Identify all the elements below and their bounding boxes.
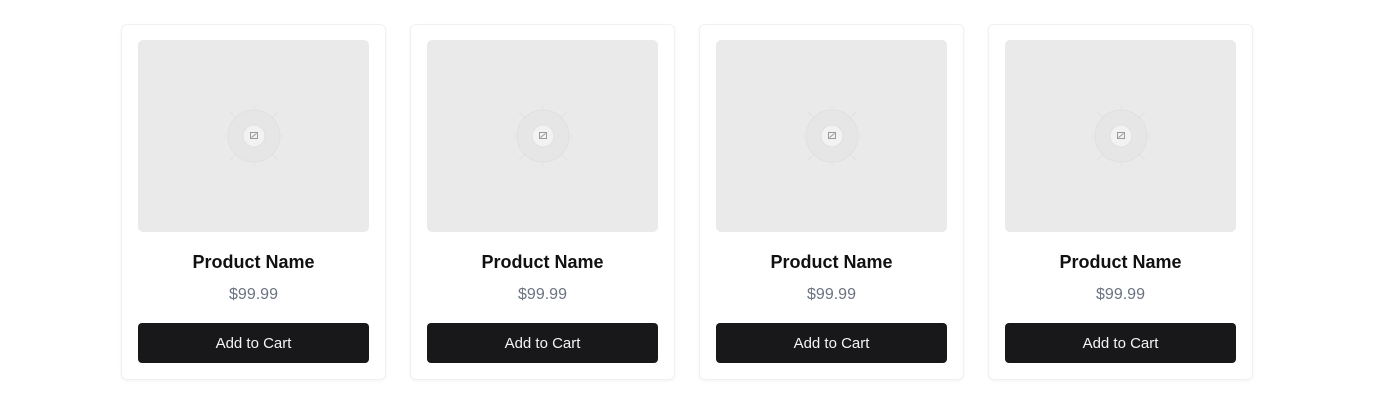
product-price: $99.99	[807, 286, 856, 303]
product-name: Product Name	[481, 252, 604, 272]
add-to-cart-button[interactable]: Add to Cart	[1005, 323, 1236, 363]
product-price: $99.99	[229, 286, 278, 303]
product-grid: Product Name $99.99 Add to Cart Product …	[121, 24, 1253, 380]
product-card: Product Name $99.99 Add to Cart	[410, 24, 675, 380]
product-card: Product Name $99.99 Add to Cart	[699, 24, 964, 380]
image-placeholder-icon	[801, 106, 862, 166]
product-name: Product Name	[1059, 252, 1182, 272]
product-card: Product Name $99.99 Add to Cart	[988, 24, 1253, 380]
product-image-placeholder	[716, 40, 947, 232]
add-to-cart-button[interactable]: Add to Cart	[138, 323, 369, 363]
image-placeholder-icon	[223, 106, 284, 166]
product-price: $99.99	[518, 286, 567, 303]
product-name: Product Name	[770, 252, 893, 272]
image-placeholder-icon	[1090, 106, 1151, 166]
image-placeholder-icon	[512, 106, 573, 166]
product-name: Product Name	[192, 252, 315, 272]
add-to-cart-button[interactable]: Add to Cart	[716, 323, 947, 363]
product-card: Product Name $99.99 Add to Cart	[121, 24, 386, 380]
product-image-placeholder	[427, 40, 658, 232]
product-price: $99.99	[1096, 286, 1145, 303]
product-image-placeholder	[1005, 40, 1236, 232]
add-to-cart-button[interactable]: Add to Cart	[427, 323, 658, 363]
product-image-placeholder	[138, 40, 369, 232]
